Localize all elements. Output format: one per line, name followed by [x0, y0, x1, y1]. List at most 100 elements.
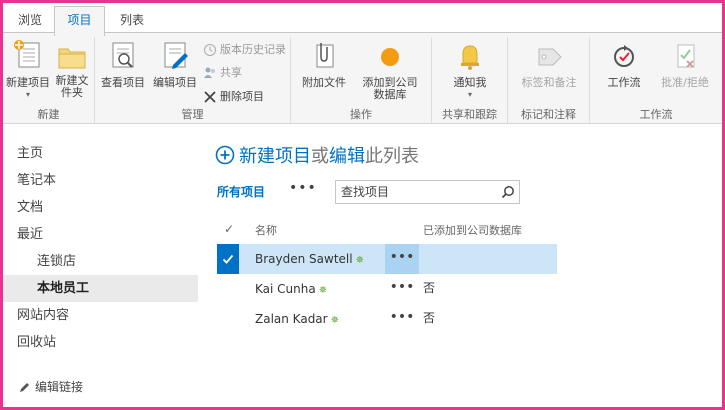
paperclip-icon	[316, 43, 334, 68]
nav-item-notebook[interactable]: 笔记本	[3, 167, 198, 194]
row-menu-button[interactable]: •••	[385, 274, 419, 304]
column-header-name[interactable]: 名称	[255, 222, 277, 238]
new-folder-label: 新建文件夹	[55, 74, 89, 99]
tag-icon	[538, 48, 562, 66]
row-added-cell: 否	[423, 281, 436, 295]
new-item-link[interactable]: 新建项目	[239, 146, 311, 167]
edit-item-label: 编辑项目	[153, 76, 197, 89]
version-history-icon	[204, 44, 216, 56]
checkmark-icon	[222, 254, 234, 264]
approve-reject-label: 批准/拒绝	[661, 76, 709, 89]
attach-file-text: 附加文件	[302, 76, 346, 89]
new-item-label: 新建项目	[6, 76, 50, 89]
search-box	[335, 180, 520, 204]
nav-item-documents[interactable]: 文档	[3, 194, 198, 221]
row-name-cell: Zalan Kadar ✵	[255, 304, 339, 334]
table-row[interactable]: Kai Cunha ✵ ••• 否	[217, 274, 557, 304]
alert-me-button[interactable]: 通知我 ▾	[444, 39, 496, 101]
row-menu-button[interactable]: •••	[385, 304, 419, 334]
row-name-cell: Kai Cunha ✵	[255, 274, 327, 304]
view-item-label: 查看项目	[101, 76, 145, 89]
add-to-company-db-button[interactable]: 添加到公司数据库	[357, 39, 423, 101]
pencil-icon	[20, 383, 29, 392]
table-row[interactable]: Brayden Sawtell ✵ •••	[217, 244, 557, 274]
search-icon[interactable]	[501, 185, 515, 199]
row-name-link[interactable]: Kai Cunha	[255, 282, 316, 296]
workflow-label: 工作流	[607, 76, 641, 89]
ribbon-group-share-track: 通知我 ▾ 共享和跟踪	[432, 37, 508, 123]
orange-circle-icon	[381, 48, 399, 66]
plus-circle-icon[interactable]	[215, 145, 235, 165]
edit-links-button[interactable]: 编辑链接	[3, 378, 83, 395]
row-checkbox[interactable]	[217, 304, 239, 334]
nav-item-recent[interactable]: 最近	[3, 221, 198, 248]
new-item-icon: ✵	[330, 315, 339, 326]
delete-item-button[interactable]: 删除项目	[203, 89, 264, 105]
edit-list-link[interactable]: 编辑	[329, 146, 365, 167]
share-label: 共享	[220, 66, 242, 79]
new-item-icon: ✵	[318, 285, 328, 296]
new-item-button[interactable]: 新建项目 ▾	[5, 39, 51, 101]
version-history-label: 版本历史记录	[220, 43, 286, 56]
or-text: 或	[311, 146, 329, 167]
row-name-cell: Brayden Sawtell ✵	[255, 244, 364, 274]
approve-reject-button[interactable]: 批准/拒绝	[654, 39, 716, 89]
ribbon-group-manage: 查看项目 编辑项目 版本历史记录 共享 删除项目 管理	[95, 37, 291, 123]
bell-icon	[461, 45, 479, 70]
select-all-checkbox[interactable]: ✓	[224, 222, 234, 236]
approve-reject-icon	[677, 44, 695, 68]
ribbon-tabbar: 浏览 项目 列表	[3, 3, 722, 36]
row-name-link[interactable]: Brayden Sawtell	[255, 252, 353, 266]
grid-header: ✓ 名称 已添加到公司数据库	[217, 218, 557, 244]
view-item-icon	[112, 42, 134, 68]
chevron-down-icon: ▾	[25, 90, 30, 99]
search-input[interactable]	[336, 181, 494, 203]
ribbon-group-new: 新建项目 ▾ 新建文件夹 新建	[3, 37, 95, 123]
tags-notes-button[interactable]: 标签和备注	[520, 39, 578, 89]
new-folder-icon	[58, 48, 86, 69]
new-folder-button[interactable]: 新建文件夹	[51, 39, 93, 99]
edit-item-icon	[164, 42, 188, 69]
tab-items[interactable]: 项目	[54, 6, 105, 36]
attach-file-button[interactable]: 查看项目 附加文件	[299, 39, 349, 89]
workflow-icon	[614, 45, 634, 67]
ribbon-group-workflows: 工作流 批准/拒绝 工作流	[590, 37, 722, 123]
row-checkbox[interactable]	[217, 244, 239, 274]
version-history-button[interactable]: 版本历史记录	[203, 42, 286, 58]
list-grid: ✓ 名称 已添加到公司数据库 Brayden Sawtell ✵ ••• Kai …	[217, 218, 557, 334]
ribbon-group-actions: 查看项目 附加文件 添加到公司数据库 操作	[291, 37, 432, 123]
nav-item-local-staff[interactable]: 本地员工	[3, 275, 198, 302]
row-name-link[interactable]: Zalan Kadar	[255, 312, 328, 326]
left-nav: 主页 笔记本 文档 最近 连锁店 本地员工 网站内容 回收站	[3, 140, 198, 356]
row-added-cell: 否	[423, 311, 436, 325]
group-label-new: 新建	[37, 108, 60, 121]
new-item-or-edit-bar: 新建项目或编辑此列表	[215, 144, 419, 170]
row-menu-button[interactable]: •••	[385, 244, 419, 274]
nav-item-chain-stores[interactable]: 连锁店	[3, 248, 198, 275]
nav-item-recycle-bin[interactable]: 回收站	[3, 329, 198, 356]
group-label-tags-notes: 标记和注释	[521, 108, 576, 121]
close-icon	[204, 91, 216, 103]
column-header-added-to-db[interactable]: 已添加到公司数据库	[423, 222, 522, 238]
table-row[interactable]: Zalan Kadar ✵ ••• 否	[217, 304, 557, 334]
this-list-text: 此列表	[365, 146, 419, 167]
tab-list[interactable]: 列表	[115, 7, 149, 34]
share-button[interactable]: 共享	[203, 65, 242, 81]
group-label-manage: 管理	[181, 108, 204, 121]
tab-browse[interactable]: 浏览	[15, 7, 45, 34]
row-checkbox[interactable]	[217, 274, 239, 304]
new-item-icon: ✵	[355, 255, 364, 266]
nav-item-site-contents[interactable]: 网站内容	[3, 302, 198, 329]
nav-item-home[interactable]: 主页	[3, 140, 198, 167]
view-all-items[interactable]: 所有项目	[217, 183, 265, 200]
workflow-button[interactable]: 工作流	[598, 39, 650, 89]
new-item-icon	[14, 40, 40, 68]
view-item-button[interactable]: 查看项目	[99, 39, 147, 89]
ribbon-group-tags-notes: 标签和备注 标记和注释	[508, 37, 590, 123]
ribbon: 新建项目 ▾ 新建文件夹 新建 查看项目 编辑项目 版本历史记录 共享 删除项目…	[3, 32, 722, 124]
add-to-company-db-label: 添加到公司数据库	[362, 76, 418, 101]
group-label-workflows: 工作流	[639, 108, 673, 121]
edit-item-button[interactable]: 编辑项目	[151, 39, 199, 89]
tags-notes-label: 标签和备注	[521, 76, 577, 89]
view-more-button[interactable]: •••	[289, 180, 317, 196]
